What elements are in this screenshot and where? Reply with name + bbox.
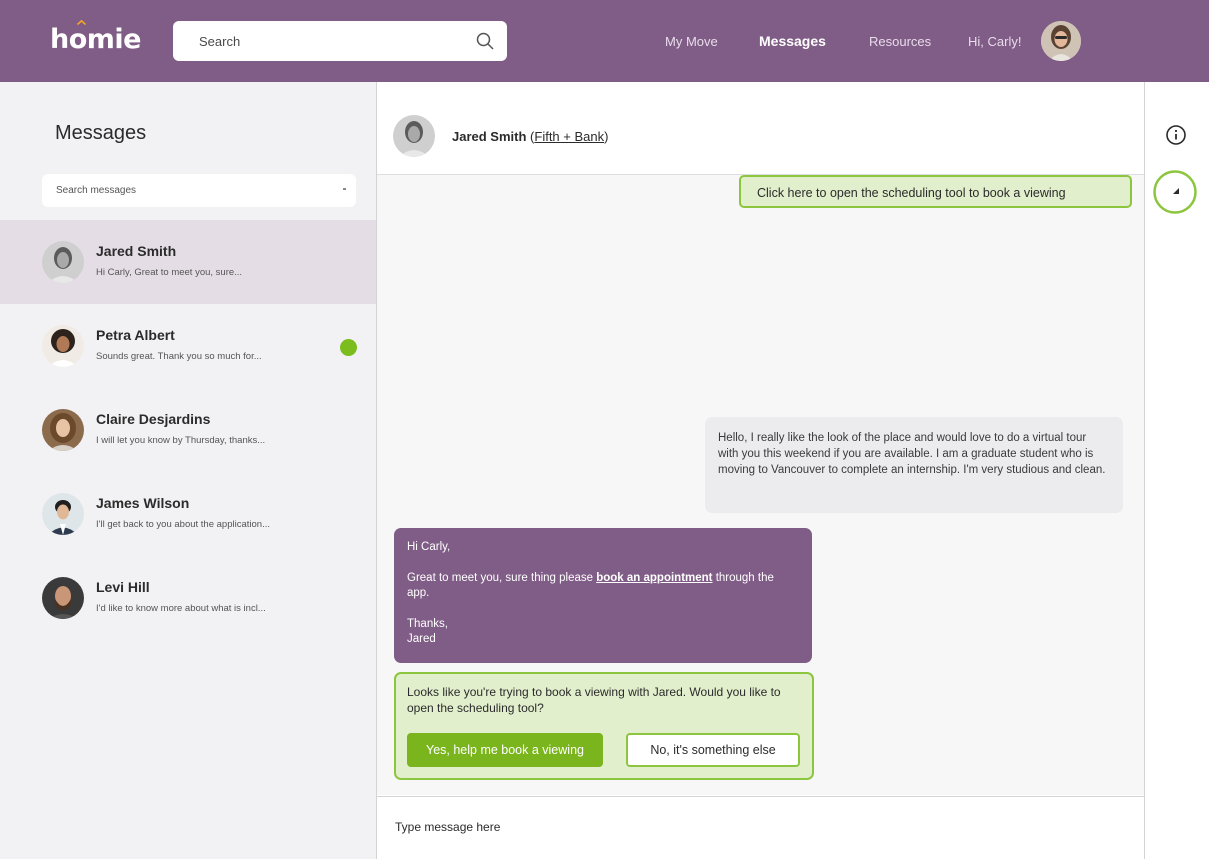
conversation-preview: Sounds great. Thank you so much for... [96,351,262,362]
conversation-preview: I will let you know by Thursday, thanks.… [96,435,266,446]
scheduling-assistant-icon[interactable] [1152,169,1198,215]
conversation-name: Levi Hill [96,579,150,595]
messages-title: Messages [55,122,147,144]
outgoing-message-bubble: Hello, I really like the look of the pla… [705,417,1123,513]
incoming-body-text: Great to meet you, sure thing please [407,571,597,584]
outgoing-message-text: Hello, I really like the look of the pla… [718,432,1106,476]
nav-user-greeting[interactable]: Hi, Carly! [968,34,1021,49]
global-search-input[interactable]: Search [173,21,507,61]
chat-header: Jared Smith (Fifth + Bank) [377,82,1144,175]
search-messages-input[interactable]: Search messages [42,174,356,207]
search-icon[interactable] [475,31,495,51]
search-messages-caret-icon [343,188,346,190]
right-tool-rail [1145,82,1209,859]
suggestion-text: Looks like you're trying to book a viewi… [407,685,781,715]
conversation-item-jared-smith[interactable]: Jared Smith Hi Carly, Great to meet you,… [0,220,376,304]
conversation-name: Jared Smith [96,243,177,259]
scheduling-hint-banner[interactable]: Click here to open the scheduling tool t… [739,175,1132,208]
nav-resources[interactable]: Resources [869,34,931,49]
conversation-name: Petra Albert [96,327,175,343]
conversation-item-petra-albert[interactable]: Petra Albert Sounds great. Thank you so … [0,304,376,388]
conversation-item-claire-desjardins[interactable]: Claire Desjardins I will let you know by… [0,388,376,472]
nav-my-move[interactable]: My Move [665,34,718,49]
user-avatar[interactable] [1041,21,1081,61]
incoming-body: Great to meet you, sure thing please boo… [407,571,799,602]
info-icon[interactable] [1165,124,1187,146]
conversation-name: Claire Desjardins [96,411,211,427]
conversation-item-levi-hill[interactable]: Levi Hill I'd like to know more about wh… [0,556,376,640]
nav-messages[interactable]: Messages [759,33,826,49]
scheduling-suggestion-card: Looks like you're trying to book a viewi… [394,672,814,780]
contact-avatar[interactable] [393,115,435,157]
conversation-preview: I'll get back to you about the applicati… [96,519,270,530]
conversation-preview: Hi Carly, Great to meet you, sure... [96,267,243,278]
avatar [42,577,84,619]
chat-contact-name: Jared Smith [452,129,527,144]
book-viewing-button[interactable]: Yes, help me book a viewing [407,733,603,767]
scheduling-hint-text: Click here to open the scheduling tool t… [757,186,1066,200]
avatar [42,409,84,451]
avatar [42,241,84,283]
conversation-item-james-wilson[interactable]: James Wilson I'll get back to you about … [0,472,376,556]
conversation-name: James Wilson [96,495,190,511]
incoming-message-bubble: Hi Carly, Great to meet you, sure thing … [394,528,812,663]
message-composer[interactable]: Type message here [377,796,1144,860]
conversation-list-panel: Messages Search messages Jared Smith Hi … [0,82,376,859]
unread-indicator [340,339,357,356]
book-appointment-link[interactable]: book an appointment [596,572,712,584]
composer-placeholder: Type message here [395,820,501,834]
conversation-preview: I'd like to know more about what is incl… [96,603,266,614]
incoming-signature: Jared [407,633,436,645]
logo-roof-icon [77,20,86,25]
avatar [42,493,84,535]
avatar [42,325,84,367]
dismiss-suggestion-button[interactable]: No, it's something else [626,733,800,767]
global-search-placeholder: Search [199,34,241,49]
chat-contact-title: Jared Smith (Fifth + Bank) [452,129,609,144]
incoming-signoff: Thanks, [407,617,448,630]
user-avatar-image [1041,21,1081,61]
homie-logo[interactable]: homie [50,24,141,55]
top-nav-bar: homie Search My Move Messages Resources … [0,0,1209,82]
incoming-greeting: Hi Carly, [407,541,451,553]
search-messages-placeholder: Search messages [56,185,137,196]
chat-contact-company-link[interactable]: Fifth + Bank [534,129,604,144]
